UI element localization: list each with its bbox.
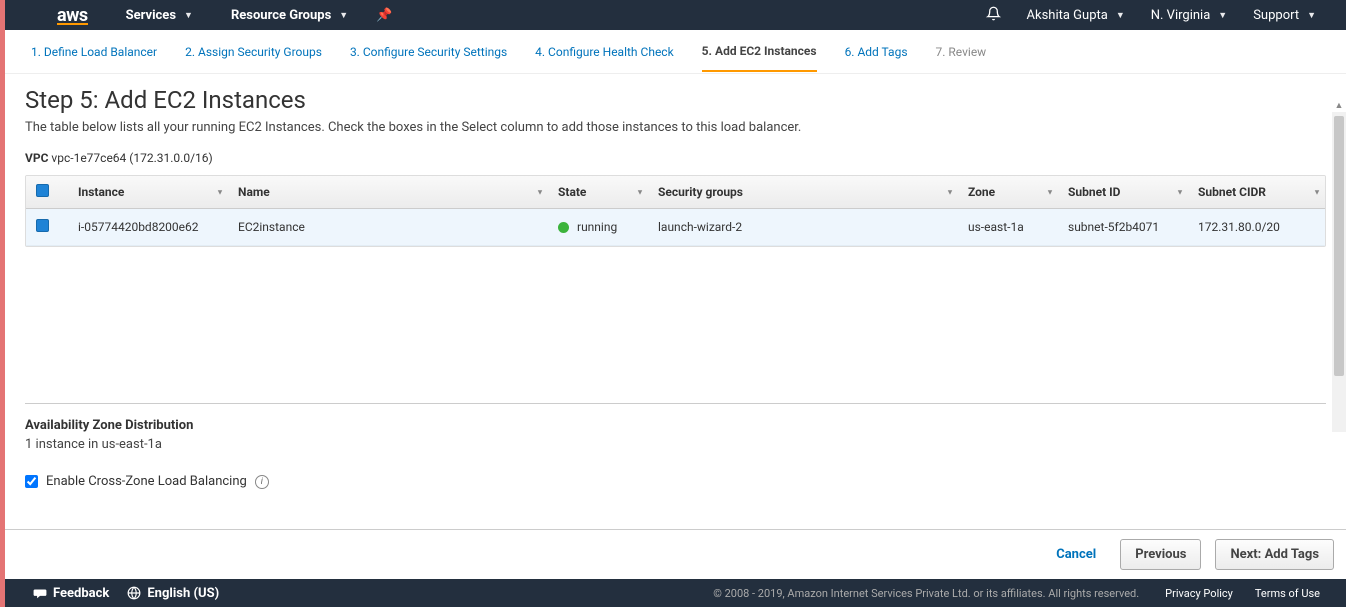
wizard-step-5[interactable]: 5. Add EC2 Instances [702,32,817,72]
region-menu[interactable]: N. Virginia ▼ [1151,8,1227,23]
instances-table: Instance▾ Name▾ State▾ Security groups▾ … [26,176,1325,246]
support-menu[interactable]: Support ▼ [1253,8,1316,23]
wizard-steps: 1. Define Load Balancer 2. Assign Securi… [5,30,1346,74]
col-name[interactable]: Name▾ [228,176,548,209]
vpc-info: VPC vpc-1e77ce64 (172.31.0.0/16) [25,151,1326,165]
copyright: © 2008 - 2019, Amazon Internet Services … [219,587,1139,600]
scrollbar[interactable]: ▲ [1332,112,1346,432]
sort-icon[interactable]: ▾ [218,188,222,197]
cell-zone: us-east-1a [958,209,1058,246]
language-selector[interactable]: English (US) [127,586,219,601]
vpc-label: VPC [25,151,48,165]
azd-text: 1 instance in us-east-1a [25,437,1326,452]
col-subnet-cidr[interactable]: Subnet CIDR▾ [1188,176,1325,209]
globe-icon [127,586,141,600]
azd-title: Availability Zone Distribution [25,418,1326,433]
cross-zone-label: Enable Cross-Zone Load Balancing [46,474,247,489]
pin-icon[interactable]: 📌 [376,8,392,23]
services-label: Services [126,8,176,23]
info-icon[interactable]: i [255,475,269,489]
account-menu[interactable]: Akshita Gupta ▼ [1027,8,1125,23]
cell-subnet-cidr: 172.31.80.0/20 [1188,209,1325,246]
sort-icon[interactable]: ▾ [1178,188,1182,197]
wizard-step-4[interactable]: 4. Configure Health Check [535,33,674,71]
wizard-step-6[interactable]: 6. Add Tags [845,33,908,71]
left-accent-stripe [0,0,5,607]
col-security-groups[interactable]: Security groups▾ [648,176,958,209]
support-label: Support [1253,8,1299,23]
col-instance[interactable]: Instance▾ [68,176,228,209]
lower-section: Availability Zone Distribution 1 instanc… [25,403,1326,489]
col-zone[interactable]: Zone▾ [958,176,1058,209]
resource-groups-menu[interactable]: Resource Groups ▼ [231,8,348,23]
cell-instance: i-05774420bd8200e62 [68,209,228,246]
footer: Feedback English (US) © 2008 - 2019, Ama… [5,579,1346,607]
row-checkbox[interactable] [36,219,49,232]
region-label: N. Virginia [1151,8,1211,23]
feedback-link[interactable]: Feedback [33,586,109,601]
wizard-step-2[interactable]: 2. Assign Security Groups [185,33,322,71]
button-bar: Cancel Previous Next: Add Tags [5,529,1346,579]
previous-button[interactable]: Previous [1120,539,1201,570]
table-row[interactable]: i-05774420bd8200e62 EC2instance running … [26,209,1325,246]
sort-icon[interactable]: ▾ [1048,188,1052,197]
top-navbar: aws Services ▼ Resource Groups ▼ 📌 Akshi… [5,0,1346,30]
state-running-icon [558,222,569,233]
page-title: Step 5: Add EC2 Instances [25,86,1326,114]
divider [25,403,1326,404]
select-all-checkbox[interactable] [36,184,49,197]
cross-zone-checkbox[interactable] [25,475,38,488]
resource-groups-label: Resource Groups [231,8,331,23]
wizard-step-7: 7. Review [936,33,987,71]
sort-icon[interactable]: ▾ [538,188,542,197]
aws-logo[interactable]: aws [57,5,88,26]
col-select [26,176,68,209]
cell-security-groups: launch-wizard-2 [648,209,958,246]
notifications-icon[interactable] [986,6,1001,25]
sort-icon[interactable]: ▾ [948,188,952,197]
vpc-value: vpc-1e77ce64 (172.31.0.0/16) [51,151,212,165]
col-subnet-id[interactable]: Subnet ID▾ [1058,176,1188,209]
services-menu[interactable]: Services ▼ [126,8,193,23]
sort-icon[interactable]: ▾ [638,188,642,197]
cell-name: EC2instance [228,209,548,246]
terms-of-use-link[interactable]: Terms of Use [1255,587,1320,600]
scrollbar-thumb[interactable] [1334,116,1344,376]
chevron-down-icon: ▼ [339,10,348,21]
wizard-step-1[interactable]: 1. Define Load Balancer [31,33,157,71]
cross-zone-row[interactable]: Enable Cross-Zone Load Balancing i [25,474,1326,489]
instances-table-wrapper: Instance▾ Name▾ State▾ Security groups▾ … [25,175,1326,247]
next-button[interactable]: Next: Add Tags [1215,539,1334,570]
chevron-down-icon: ▼ [1307,10,1316,21]
cell-state: running [548,209,648,246]
speech-bubble-icon [33,586,47,600]
cell-subnet-id: subnet-5f2b4071 [1058,209,1188,246]
col-state[interactable]: State▾ [548,176,648,209]
chevron-down-icon: ▼ [1116,10,1125,21]
chevron-down-icon: ▼ [1218,10,1227,21]
cancel-button[interactable]: Cancel [1046,541,1106,568]
scroll-up-arrow[interactable]: ▲ [1332,100,1346,111]
page-subtitle: The table below lists all your running E… [25,120,1326,135]
wizard-step-3[interactable]: 3. Configure Security Settings [350,33,507,71]
account-name: Akshita Gupta [1027,8,1108,23]
privacy-policy-link[interactable]: Privacy Policy [1165,587,1233,600]
sort-icon[interactable]: ▾ [1315,188,1319,197]
chevron-down-icon: ▼ [184,10,193,21]
